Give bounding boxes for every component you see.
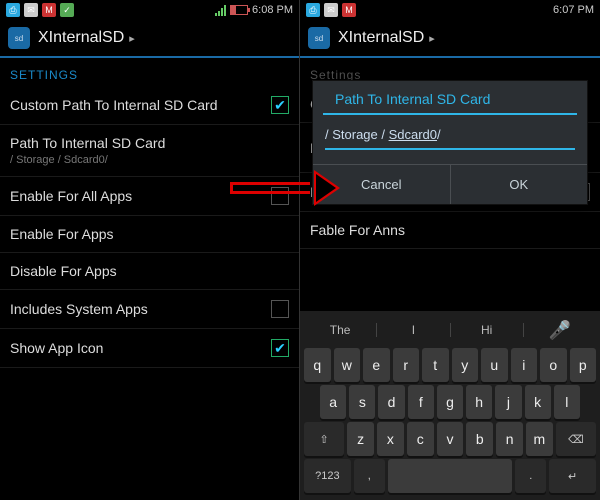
key-i[interactable]: i [511, 348, 538, 382]
suggestion[interactable]: The [304, 323, 377, 337]
key-w[interactable]: w [334, 348, 361, 382]
mic-icon[interactable]: 🎤 [524, 320, 596, 341]
key-n[interactable]: n [496, 422, 523, 456]
ok-button[interactable]: OK [451, 165, 588, 204]
bg-row: Fable For Anns [300, 212, 600, 249]
key-row: ⇧ z x c v b n m ⌫ [304, 422, 596, 456]
dialog-title: Path To Internal SD Card [323, 81, 577, 115]
pref-label: Fable For Anns [310, 222, 405, 238]
key-c[interactable]: c [407, 422, 434, 456]
dialog-input[interactable]: / Storage / Sdcard0/ [325, 123, 575, 150]
key-l[interactable]: l [554, 385, 580, 419]
pref-label: Path To Internal SD Card [10, 135, 165, 151]
checkbox-unchecked[interactable] [271, 300, 289, 318]
key-backspace[interactable]: ⌫ [556, 422, 596, 456]
key-x[interactable]: x [377, 422, 404, 456]
right-screen: ⎙ ✉ M 6:07 PM sd XInternalSD ▸ Settings … [300, 0, 600, 500]
status-bar: ⎙ ✉ M ✓ 6:08 PM [0, 0, 299, 20]
key-period[interactable]: . [515, 459, 546, 493]
checkbox-checked[interactable]: ✔ [271, 339, 289, 357]
key-row: q w e r t y u i o p [304, 348, 596, 382]
key-space[interactable] [388, 459, 512, 493]
key-q[interactable]: q [304, 348, 331, 382]
key-r[interactable]: r [393, 348, 420, 382]
notif-icon: M [342, 3, 356, 17]
key-b[interactable]: b [466, 422, 493, 456]
key-e[interactable]: e [363, 348, 390, 382]
pref-label: Show App Icon [10, 340, 103, 356]
pref-label: Disable For Apps [10, 263, 117, 279]
clock: 6:07 PM [553, 4, 594, 16]
key-m[interactable]: m [526, 422, 553, 456]
key-z[interactable]: z [347, 422, 374, 456]
app-title: XInternalSD [38, 29, 124, 47]
key-enter[interactable]: ↵ [549, 459, 596, 493]
checkbox-checked[interactable]: ✔ [271, 96, 289, 114]
key-h[interactable]: h [466, 385, 492, 419]
annotation-arrow [230, 170, 340, 206]
keyboard: The I Hi 🎤 q w e r t y u i o p a s d [300, 311, 600, 500]
pref-label: Custom Path To Internal SD Card [10, 97, 218, 113]
suggestion-bar: The I Hi 🎤 [304, 315, 596, 345]
key-y[interactable]: y [452, 348, 479, 382]
key-o[interactable]: o [540, 348, 567, 382]
chevron-down-icon: ▸ [429, 32, 435, 45]
key-shift[interactable]: ⇧ [304, 422, 344, 456]
pref-label: Includes System Apps [10, 301, 148, 317]
key-a[interactable]: a [320, 385, 346, 419]
left-screen: ⎙ ✉ M ✓ 6:08 PM sd XInternalSD ▸ SETTING… [0, 0, 300, 500]
status-bar: ⎙ ✉ M 6:07 PM [300, 0, 600, 20]
signal-icon [215, 4, 226, 16]
pref-sublabel: / Storage / Sdcard0/ [10, 154, 165, 166]
key-t[interactable]: t [422, 348, 449, 382]
pref-label: Enable For All Apps [10, 188, 132, 204]
pref-enable-for[interactable]: Enable For Apps [0, 216, 299, 253]
suggestion[interactable]: Hi [451, 323, 524, 337]
key-g[interactable]: g [437, 385, 463, 419]
app-icon: sd [308, 27, 330, 49]
notif-icon: ✉ [324, 3, 338, 17]
notif-icon: ⎙ [306, 3, 320, 17]
key-row: ?123 , . ↵ [304, 459, 596, 493]
clock: 6:08 PM [252, 4, 293, 16]
suggestion[interactable]: I [377, 323, 450, 337]
path-dialog: Path To Internal SD Card / Storage / Sdc… [312, 80, 588, 205]
key-f[interactable]: f [408, 385, 434, 419]
app-header: sd XInternalSD ▸ [0, 20, 299, 58]
notif-icon: ✉ [24, 3, 38, 17]
notif-icon: ⎙ [6, 3, 20, 17]
key-symbols[interactable]: ?123 [304, 459, 351, 493]
pref-label: Enable For Apps [10, 226, 114, 242]
key-row: a s d f g h j k l [304, 385, 596, 419]
app-title: XInternalSD [338, 29, 424, 47]
notif-icon: ✓ [60, 3, 74, 17]
battery-icon [230, 5, 248, 15]
pref-custom-path[interactable]: Custom Path To Internal SD Card ✔ [0, 86, 299, 125]
key-p[interactable]: p [570, 348, 597, 382]
pref-show-icon[interactable]: Show App Icon ✔ [0, 329, 299, 368]
chevron-down-icon: ▸ [129, 32, 135, 45]
app-icon: sd [8, 27, 30, 49]
key-comma[interactable]: , [354, 459, 385, 493]
key-j[interactable]: j [495, 385, 521, 419]
key-v[interactable]: v [437, 422, 464, 456]
key-d[interactable]: d [378, 385, 404, 419]
pref-include-system[interactable]: Includes System Apps [0, 290, 299, 329]
app-header: sd XInternalSD ▸ [300, 20, 600, 58]
key-s[interactable]: s [349, 385, 375, 419]
notif-icon: M [42, 3, 56, 17]
section-header: SETTINGS [0, 58, 299, 86]
key-u[interactable]: u [481, 348, 508, 382]
pref-disable-for[interactable]: Disable For Apps [0, 253, 299, 290]
key-k[interactable]: k [525, 385, 551, 419]
